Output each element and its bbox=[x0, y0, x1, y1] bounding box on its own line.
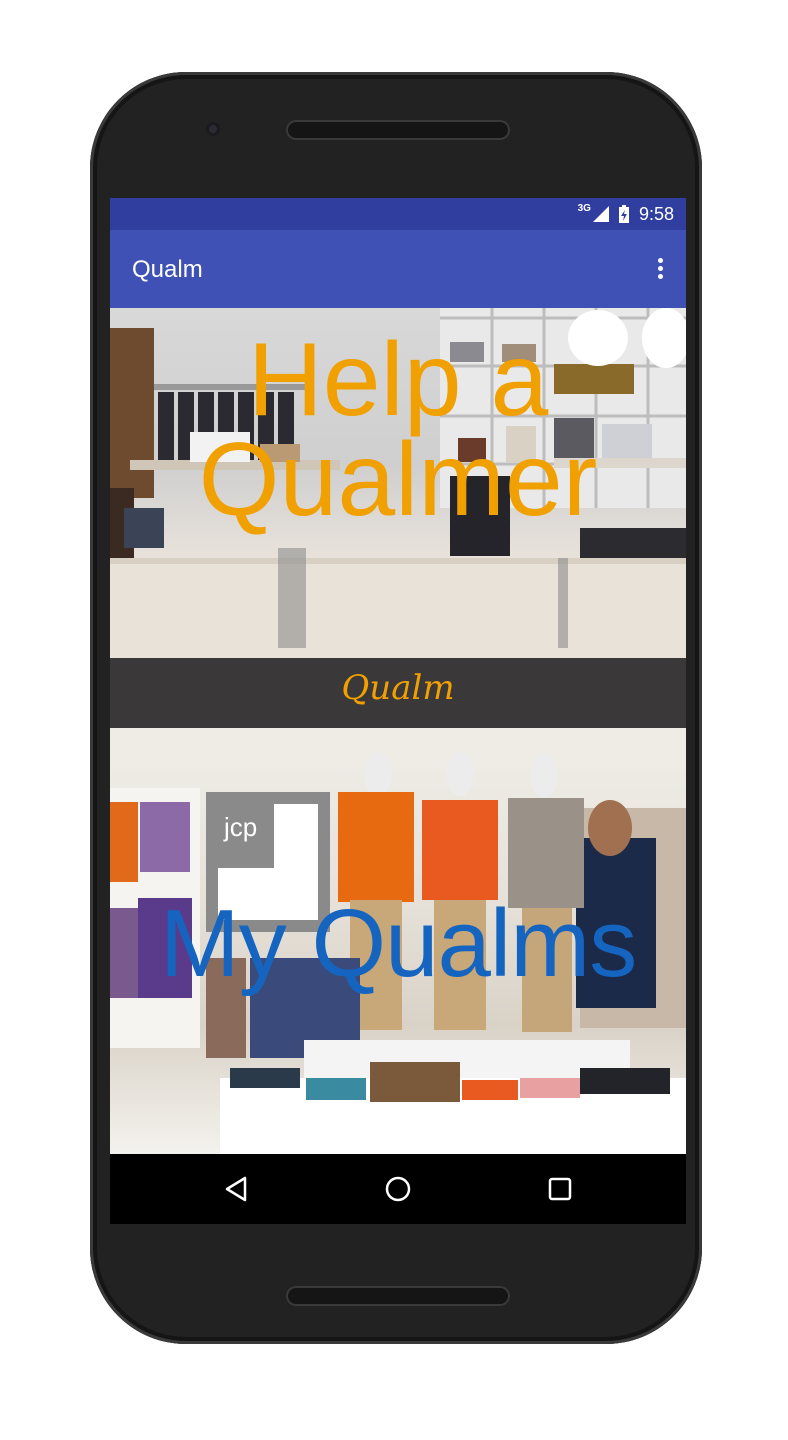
status-icons: 3G 9:58 bbox=[578, 198, 674, 230]
app-title: Qualm bbox=[132, 256, 203, 283]
screen: 3G 9:58 Qualm Help a Qualmer Qualm jcp M… bbox=[110, 198, 686, 1224]
recents-icon[interactable] bbox=[540, 1169, 580, 1209]
clock: 9:58 bbox=[638, 203, 674, 224]
qualm-banner: Qualm bbox=[110, 658, 686, 728]
my-qualms-label: My Qualms bbox=[159, 890, 637, 997]
jcp-sign-text: jcp bbox=[223, 812, 257, 842]
help-a-qualmer-label: Help a Qualmer bbox=[110, 322, 686, 538]
battery-icon bbox=[618, 205, 629, 223]
home-icon[interactable] bbox=[378, 1169, 418, 1209]
front-camera bbox=[206, 122, 220, 136]
help-line-1: Help a bbox=[247, 322, 549, 438]
status-bar: 3G 9:58 bbox=[110, 198, 686, 230]
back-icon[interactable] bbox=[216, 1169, 256, 1209]
help-line-2: Qualmer bbox=[198, 422, 598, 538]
signal-icon bbox=[592, 206, 609, 222]
my-qualms-panel[interactable]: jcp My Qualms bbox=[110, 728, 686, 1154]
network-type-label: 3G bbox=[577, 202, 591, 214]
qualm-logo: Qualm bbox=[341, 668, 455, 708]
navigation-bar bbox=[110, 1154, 686, 1224]
more-vert-icon[interactable] bbox=[656, 258, 664, 282]
bottom-speaker bbox=[286, 1286, 510, 1306]
app-bar: Qualm bbox=[110, 230, 686, 308]
top-speaker bbox=[286, 120, 510, 140]
help-a-qualmer-panel[interactable]: Help a Qualmer bbox=[110, 308, 686, 658]
